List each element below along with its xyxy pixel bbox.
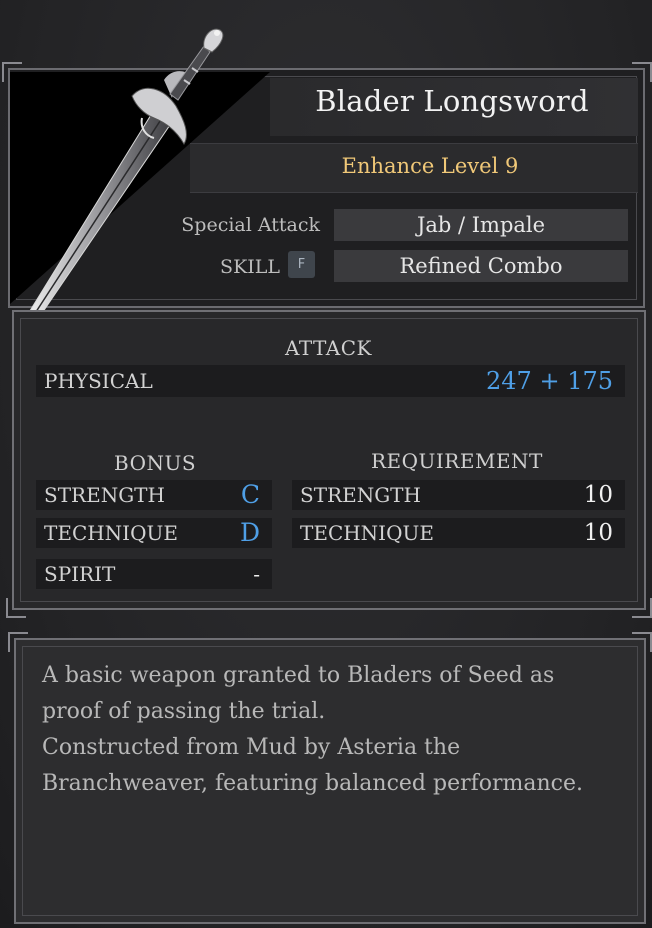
bonus-row-technique: TECHNIQUE D (36, 518, 272, 548)
enhance-level: Enhance Level 9 (341, 154, 519, 178)
requirement-row-strength: STRENGTH 10 (292, 480, 625, 510)
corner-ornament (632, 598, 652, 618)
description-text: A basic weapon granted to Bladers of See… (42, 658, 632, 802)
requirement-row-technique: TECHNIQUE 10 (292, 518, 625, 548)
attack-title: ATTACK (285, 336, 372, 360)
description-line: Constructed from Mud by Asteria the (42, 735, 461, 760)
bonus-technique-grade: D (239, 518, 260, 547)
skill-key-badge: F (288, 251, 315, 278)
bonus-title: BONUS (114, 451, 197, 475)
bonus-technique-label: TECHNIQUE (44, 521, 178, 545)
requirement-title: REQUIREMENT (371, 449, 543, 473)
corner-ornament (8, 632, 28, 652)
physical-attack-row: PHYSICAL 247 + 175 (36, 365, 625, 397)
physical-value: 247 + 175 (486, 367, 613, 395)
bonus-row-strength: STRENGTH C (36, 480, 272, 510)
requirement-technique-label: TECHNIQUE (300, 521, 434, 545)
skill-value: Refined Combo (334, 250, 628, 282)
corner-ornament (2, 62, 22, 82)
physical-label: PHYSICAL (44, 369, 153, 393)
bonus-spirit-label: SPIRIT (44, 562, 116, 586)
description-line: Branchweaver, featuring balanced perform… (42, 771, 583, 796)
sword-icon (23, 28, 224, 329)
requirement-strength-label: STRENGTH (300, 483, 421, 507)
corner-ornament (632, 632, 652, 652)
description-line: A basic weapon granted to Bladers of See… (42, 663, 555, 688)
corner-ornament (6, 598, 26, 618)
bonus-row-spirit: SPIRIT - (36, 559, 272, 589)
bonus-spirit-grade: - (253, 562, 260, 586)
requirement-strength-value: 10 (583, 482, 613, 508)
corner-ornament (632, 62, 652, 82)
bonus-strength-grade: C (240, 480, 260, 509)
special-attack-value: Jab / Impale (334, 209, 628, 241)
description-line: proof of passing the trial. (42, 699, 326, 724)
bonus-strength-label: STRENGTH (44, 483, 165, 507)
item-name: Blader Longsword (315, 84, 589, 118)
requirement-technique-value: 10 (583, 520, 613, 546)
